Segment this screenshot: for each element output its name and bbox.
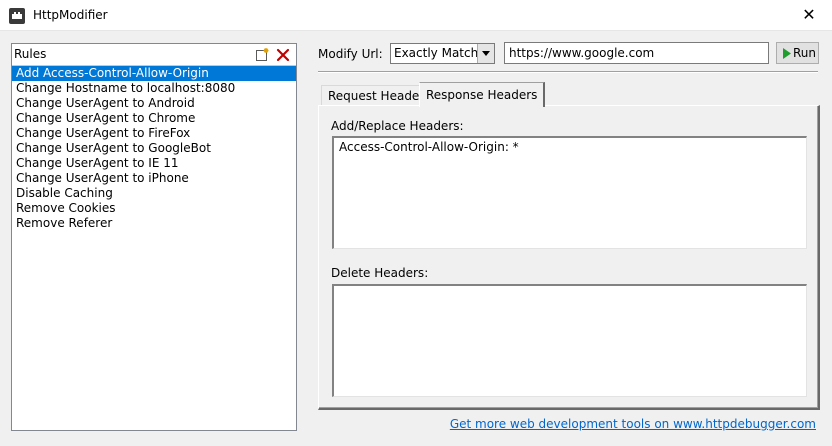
title-bar: HttpModifier ✕ [0,0,832,31]
rule-list-item[interactable]: Change Hostname to localhost:8080 [12,81,296,96]
tab-response-headers[interactable]: Response Headers [419,82,546,107]
run-button[interactable]: Run [776,42,819,64]
rule-list-item[interactable]: Remove Referer [12,216,296,231]
select-arrow[interactable] [477,44,494,63]
rule-list-item[interactable]: Change UserAgent to FireFox [12,126,296,141]
play-icon [783,48,791,59]
delete-headers-label: Delete Headers: [331,266,429,280]
rule-list-item[interactable]: Add Access-Control-Allow-Origin [12,66,296,81]
delete-rule-icon [276,48,290,62]
close-window-button[interactable]: ✕ [786,0,832,31]
rule-list-item[interactable]: Change UserAgent to GoogleBot [12,141,296,156]
delete-rule-button[interactable] [275,47,291,63]
delete-headers-textarea[interactable] [332,284,807,397]
rule-list-item[interactable]: Remove Cookies [12,201,296,216]
match-mode-select[interactable]: Exactly Matches [390,43,495,64]
chevron-down-icon [482,51,490,56]
add-headers-textarea[interactable]: Access-Control-Allow-Origin: * [332,136,807,249]
url-input[interactable] [504,42,769,64]
rules-header-label: Rules [14,47,47,61]
modify-url-label: Modify Url: [318,47,383,61]
add-headers-label: Add/Replace Headers: [331,119,464,133]
close-icon: ✕ [802,5,816,24]
rules-header: Rules [12,44,296,66]
rule-list-item[interactable]: Change UserAgent to IE 11 [12,156,296,171]
rules-list: Add Access-Control-Allow-Origin Change Ho… [12,66,296,231]
window-title: HttpModifier [33,8,108,22]
rule-list-item[interactable]: Change UserAgent to Android [12,96,296,111]
footer-link[interactable]: Get more web development tools on www.ht… [450,417,816,431]
separator [318,71,818,73]
rules-panel: Rules Add Access-Control-Allow-Origin Cha… [11,43,297,431]
rule-list-item[interactable]: Change UserAgent to iPhone [12,171,296,186]
new-rule-button[interactable] [254,47,270,63]
rule-list-item[interactable]: Change UserAgent to Chrome [12,111,296,126]
rule-list-item[interactable]: Disable Caching [12,186,296,201]
app-icon [9,8,25,24]
run-button-label: Run [793,46,817,60]
new-rule-icon [256,48,269,61]
